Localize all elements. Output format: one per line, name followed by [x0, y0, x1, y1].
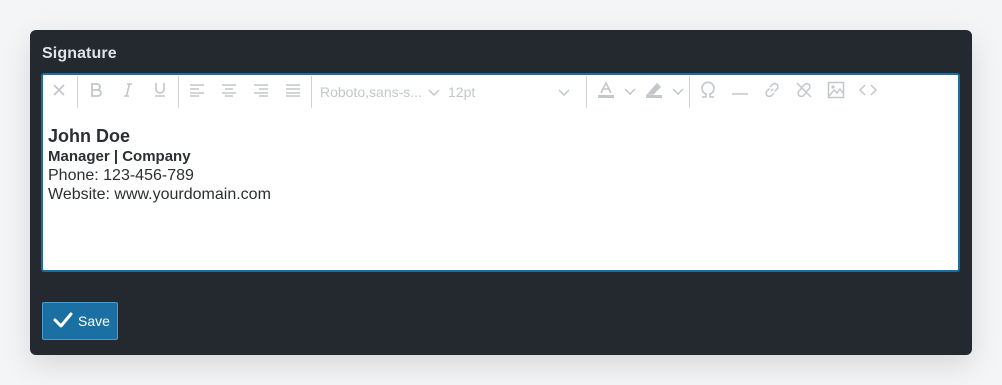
horizontal-rule-icon: [731, 83, 749, 101]
editor-content[interactable]: John Doe Manager | Company Phone: 123-45…: [48, 125, 271, 204]
align-left-button[interactable]: [181, 75, 213, 109]
toolbar-divider: [586, 76, 587, 108]
align-right-button[interactable]: [245, 75, 277, 109]
font-size-value: 12pt: [448, 84, 476, 100]
editor-toolbar: Roboto,sans-s... 12pt: [43, 75, 958, 109]
insert-image-button[interactable]: [820, 75, 852, 109]
highlight-dropdown[interactable]: [671, 75, 685, 109]
font-size-select[interactable]: 12pt: [442, 75, 584, 109]
clear-format-icon: [51, 82, 67, 103]
link-icon: [763, 81, 781, 104]
unlink-button[interactable]: [788, 75, 820, 109]
underline-button[interactable]: [144, 75, 176, 109]
panel-title: Signature: [42, 45, 117, 62]
save-button-label: Save: [78, 313, 110, 329]
bold-icon: [89, 82, 103, 103]
signature-name: John Doe: [48, 126, 131, 146]
unlink-icon: [795, 81, 813, 104]
text-color-dropdown[interactable]: [623, 75, 637, 109]
highlight-apply[interactable]: [637, 75, 671, 109]
chevron-down-icon: [624, 83, 636, 101]
source-code-button[interactable]: [852, 75, 884, 109]
signature-website: Website: www.yourdomain.com: [48, 186, 271, 203]
link-button[interactable]: [756, 75, 788, 109]
align-justify-button[interactable]: [277, 75, 309, 109]
italic-button[interactable]: [112, 75, 144, 109]
text-color-apply[interactable]: [589, 75, 623, 109]
signature-panel: Signature Roboto,sans-s... 12pt John Doe…: [30, 30, 972, 355]
align-left-icon: [189, 83, 205, 102]
chevron-down-icon: [672, 83, 684, 101]
chevron-down-icon: [558, 84, 570, 100]
checkmark-icon: [53, 312, 73, 331]
chevron-down-icon: [428, 84, 440, 100]
image-icon: [827, 81, 845, 104]
signature-editor[interactable]: Roboto,sans-s... 12pt John Doe Manager |…: [41, 73, 960, 272]
underline-icon: [153, 81, 167, 103]
bold-button[interactable]: [80, 75, 112, 109]
toolbar-divider: [689, 76, 690, 108]
horizontal-rule-button[interactable]: [724, 75, 756, 109]
signature-title: Manager | Company: [48, 148, 191, 165]
italic-icon: [121, 82, 135, 103]
align-center-button[interactable]: [213, 75, 245, 109]
highlight-color-button[interactable]: [637, 75, 685, 109]
highlight-icon: [645, 81, 663, 104]
signature-phone: Phone: 123-456-789: [48, 167, 194, 184]
special-char-button[interactable]: [692, 75, 724, 109]
font-family-value: Roboto,sans-s...: [320, 84, 422, 100]
save-button[interactable]: Save: [42, 302, 118, 340]
align-center-icon: [221, 83, 237, 102]
text-color-icon: [597, 80, 615, 104]
toolbar-divider: [178, 76, 179, 108]
toolbar-divider: [311, 76, 312, 108]
special-char-icon: [699, 81, 717, 104]
text-color-button[interactable]: [589, 75, 637, 109]
align-justify-icon: [285, 83, 301, 102]
source-code-icon: [858, 83, 878, 101]
toolbar-divider: [77, 76, 78, 108]
clear-format-button[interactable]: [43, 75, 75, 109]
align-right-icon: [253, 83, 269, 102]
font-family-select[interactable]: Roboto,sans-s...: [314, 75, 442, 109]
